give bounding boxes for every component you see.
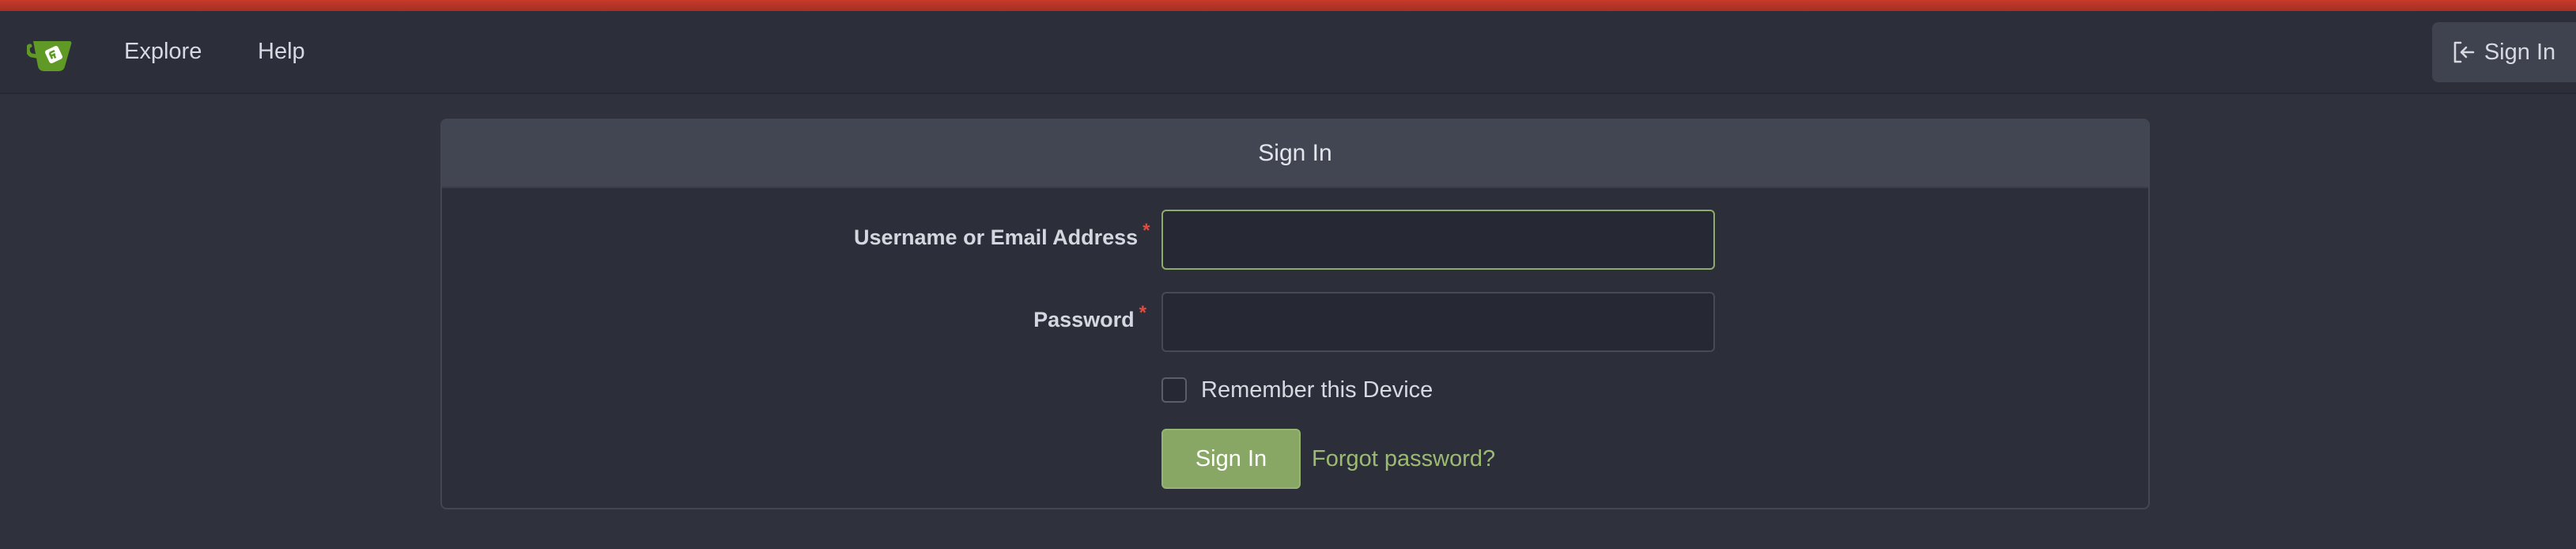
nav-sign-in-label: Sign In	[2483, 39, 2556, 65]
remember-device-row[interactable]: Remember this Device	[1161, 376, 1433, 404]
forgot-password-link[interactable]: Forgot password?	[1312, 429, 1495, 489]
remember-device-label[interactable]: Remember this Device	[1201, 377, 1433, 403]
required-marker: *	[1139, 302, 1146, 324]
username-input[interactable]	[1161, 210, 1715, 270]
nav-explore-link[interactable]: Explore	[124, 11, 202, 93]
password-label-text: Password	[1033, 308, 1135, 331]
required-marker: *	[1143, 220, 1150, 241]
password-input[interactable]	[1161, 292, 1715, 352]
remember-device-checkbox[interactable]	[1161, 377, 1187, 403]
password-label: Password *	[854, 302, 1146, 332]
nav-sign-in-button[interactable]: Sign In	[2432, 22, 2576, 82]
nav-help-link[interactable]: Help	[258, 11, 305, 93]
sign-in-icon	[2453, 40, 2475, 64]
username-label-text: Username or Email Address	[854, 225, 1139, 249]
top-accent-bar	[0, 0, 2576, 11]
card-title: Sign In	[442, 120, 2148, 188]
top-navbar: Explore Help Sign In	[0, 11, 2576, 94]
gitea-logo-icon[interactable]	[25, 35, 76, 74]
username-label: Username or Email Address *	[854, 220, 1150, 250]
sign-in-submit-button[interactable]: Sign In	[1161, 429, 1301, 489]
